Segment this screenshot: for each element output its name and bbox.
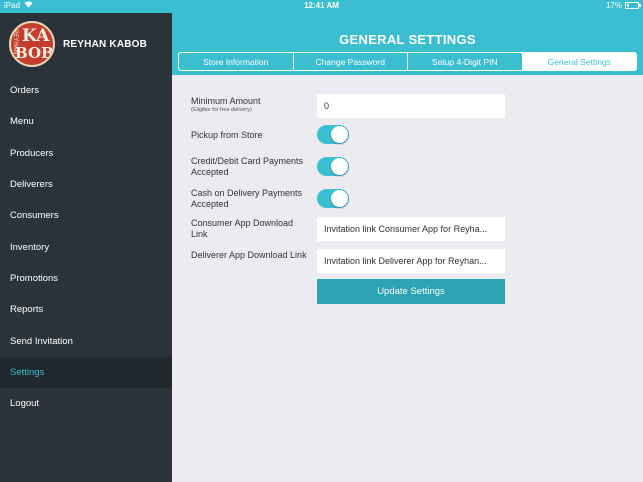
sidebar-item-menu[interactable]: Menu xyxy=(0,106,172,137)
sidebar-item-settings[interactable]: Settings xyxy=(0,356,172,388)
sidebar-item-send-invitation[interactable]: Send Invitation xyxy=(0,325,172,356)
settings-tabs: Store Information Change Password Setup … xyxy=(178,52,637,71)
consumer-link-label: Consumer App Download Link xyxy=(191,218,294,239)
restaurant-name: REYHAN KABOB xyxy=(63,38,148,50)
tab-store-information[interactable]: Store Information xyxy=(179,53,294,70)
min-amount-sublabel: (Eligible for free delivery) xyxy=(191,107,252,113)
toggle-knob xyxy=(331,190,348,207)
logo-text-bottom: BOB xyxy=(15,44,54,62)
status-bar: iPad 12:41 AM 17% xyxy=(0,0,643,13)
pickup-toggle[interactable] xyxy=(317,125,349,144)
tab-general-settings[interactable]: General Settings xyxy=(522,53,636,70)
deliverer-link-row: Deliverer App Download Link Invitation l… xyxy=(191,249,511,273)
sidebar-item-producers[interactable]: Producers xyxy=(0,138,172,169)
sidebar: Orders Menu Producers Deliverers Consume… xyxy=(0,75,172,482)
tab-change-password[interactable]: Change Password xyxy=(294,53,408,70)
brand-area: REYHAN KA BOB REYHAN KABOB xyxy=(0,13,172,75)
page-title: GENERAL SETTINGS xyxy=(339,32,476,47)
min-amount-title: Minimum Amount xyxy=(191,96,261,106)
sidebar-item-logout[interactable]: Logout xyxy=(0,388,172,419)
logo-text-top: KA xyxy=(22,26,50,46)
sidebar-item-promotions[interactable]: Promotions xyxy=(0,263,172,294)
sidebar-item-inventory[interactable]: Inventory xyxy=(0,231,172,262)
deliverer-link-label: Deliverer App Download Link xyxy=(191,250,307,260)
card-toggle[interactable] xyxy=(317,157,349,176)
battery-percent: 17% xyxy=(605,1,622,10)
min-amount-row: Minimum Amount (Eligible for free delive… xyxy=(191,94,511,119)
battery-icon xyxy=(625,2,641,9)
tab-setup-pin[interactable]: Setup 4-Digit PIN xyxy=(408,53,523,70)
sidebar-item-orders[interactable]: Orders xyxy=(0,75,172,106)
toggle-knob xyxy=(331,126,348,143)
min-amount-input[interactable]: 0 xyxy=(317,94,505,118)
card-label: Credit/Debit Card Payments Accepted xyxy=(191,156,304,177)
pickup-label: Pickup from Store xyxy=(191,130,263,140)
deliverer-link-input[interactable]: Invitation link Deliverer App for Reyhan… xyxy=(317,249,505,273)
sidebar-item-deliverers[interactable]: Deliverers xyxy=(0,169,172,200)
cod-label: Cash on Delivery Payments Accepted xyxy=(191,188,303,209)
sidebar-item-consumers[interactable]: Consumers xyxy=(0,200,172,231)
status-time: 12:41 AM xyxy=(304,1,339,10)
update-settings-button[interactable]: Update Settings xyxy=(317,279,505,304)
cod-toggle[interactable] xyxy=(317,189,349,208)
consumer-link-row: Consumer App Download Link Invitation li… xyxy=(191,217,511,241)
cod-row: Cash on Delivery Payments Accepted xyxy=(191,188,511,210)
toggle-knob xyxy=(331,158,348,175)
sidebar-item-reports[interactable]: Reports xyxy=(0,294,172,325)
restaurant-logo: REYHAN KA BOB xyxy=(9,21,55,67)
pickup-row: Pickup from Store xyxy=(191,125,511,145)
status-right: 17% xyxy=(605,1,641,10)
consumer-link-input[interactable]: Invitation link Consumer App for Reyha..… xyxy=(317,217,505,241)
card-row: Credit/Debit Card Payments Accepted xyxy=(191,156,511,178)
min-amount-label: Minimum Amount (Eligible for free delive… xyxy=(191,96,261,114)
